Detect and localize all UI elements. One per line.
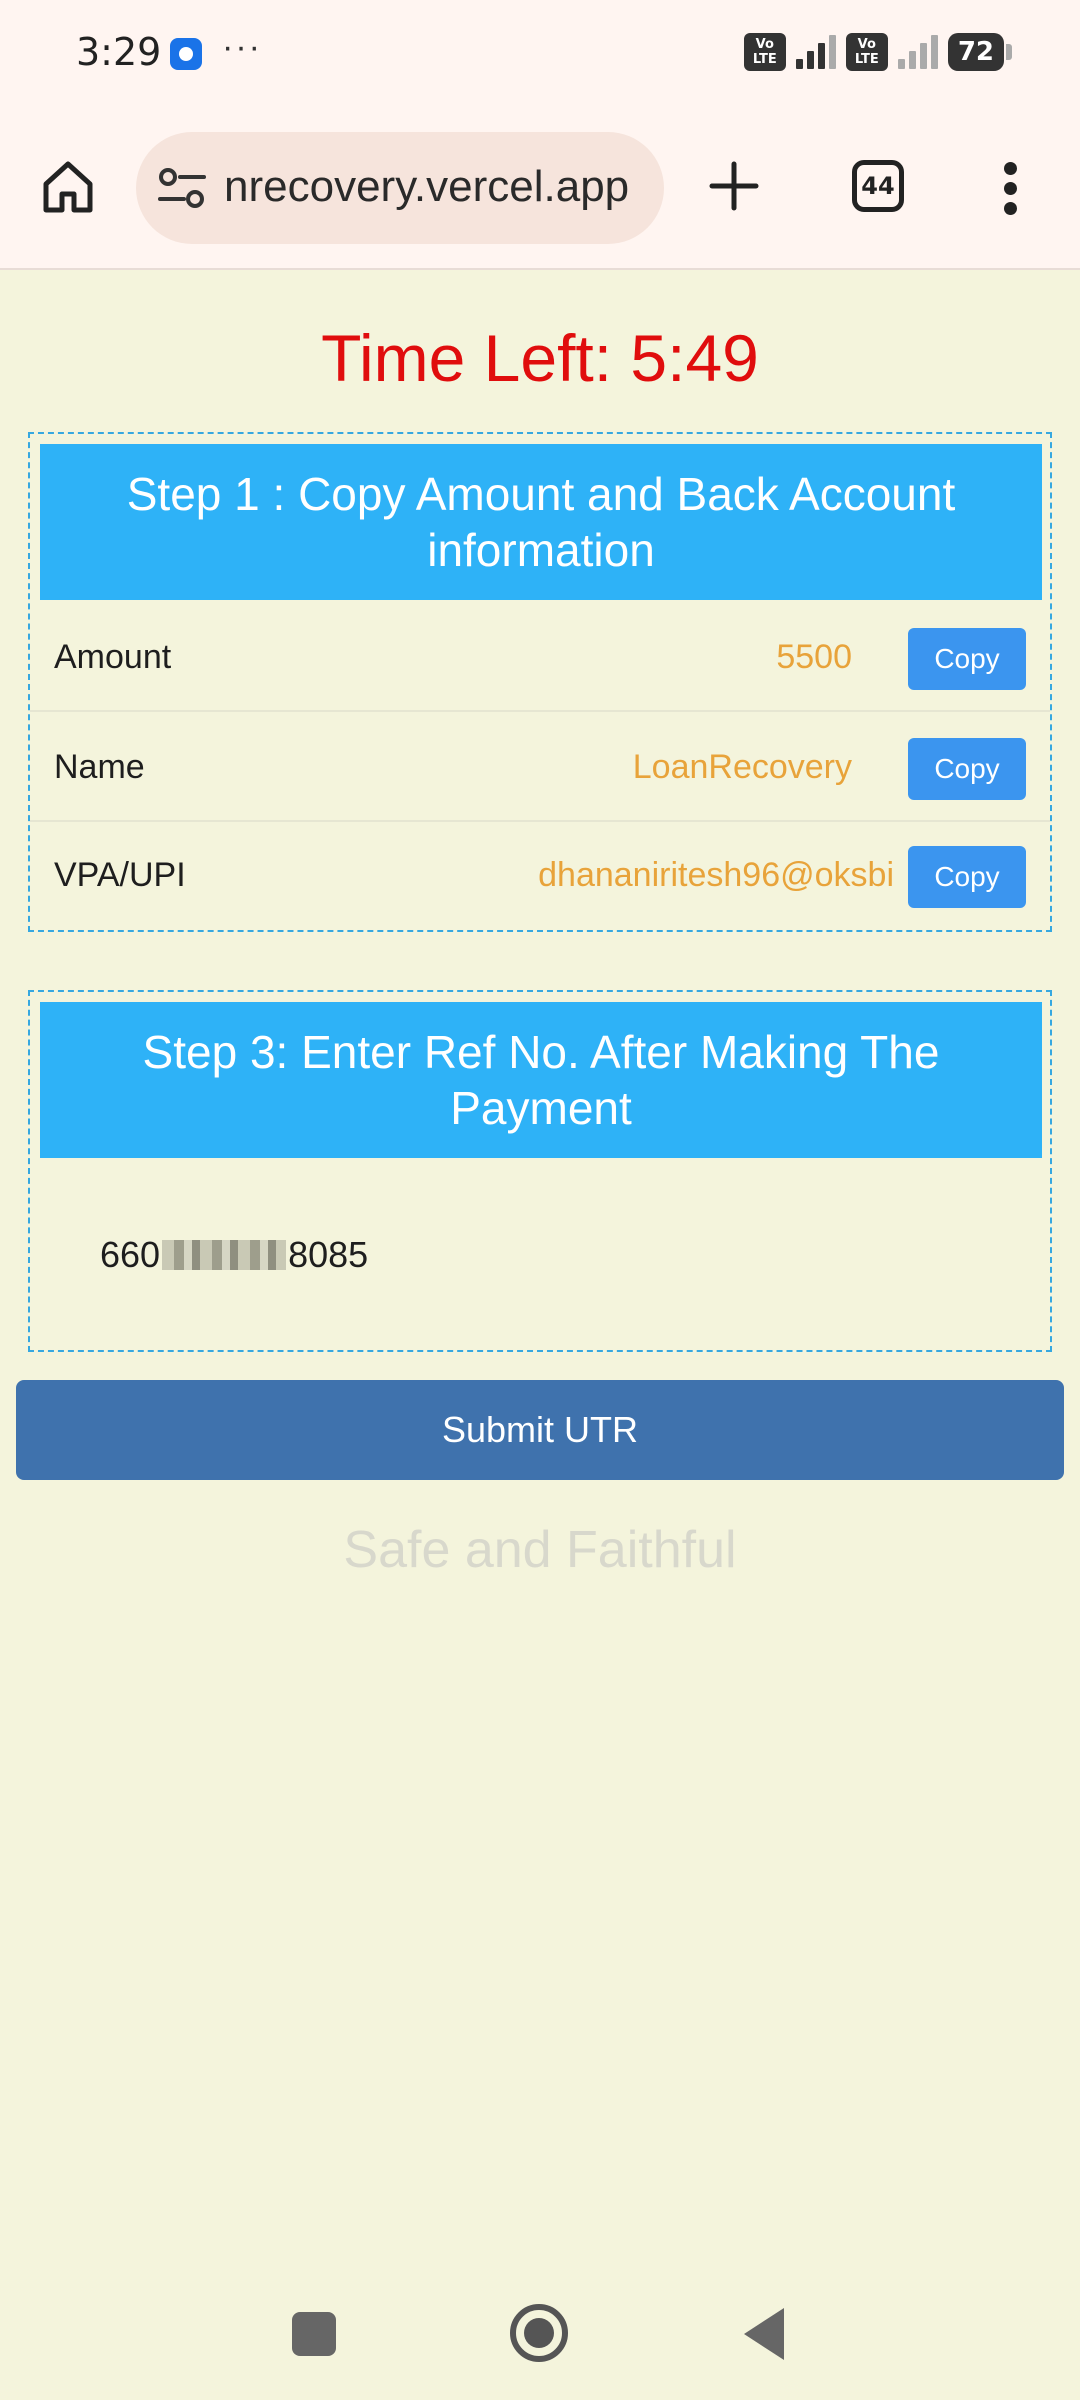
amount-value: 5500 [776, 638, 852, 676]
volte-icon: Vo LTE [743, 33, 786, 71]
ref-prefix: 660 [100, 1234, 161, 1275]
name-value: LoanRecovery [632, 748, 852, 786]
status-indicators: Vo LTE Vo LTE 72 [743, 32, 1013, 72]
signal-5g-icon [897, 35, 938, 69]
signal-icon [795, 35, 836, 69]
step1-panel: Step 1 : Copy Amount and Back Account in… [28, 432, 1052, 932]
new-tab-icon[interactable] [706, 158, 762, 214]
site-settings-icon[interactable] [158, 166, 206, 210]
amount-label: Amount [54, 638, 172, 676]
status-time: 3:29 [76, 30, 162, 74]
copy-amount-button[interactable]: Copy [908, 628, 1026, 690]
recents-button[interactable] [292, 2312, 336, 2356]
step3-panel: Step 3: Enter Ref No. After Making The P… [28, 990, 1052, 1352]
more-menu-icon[interactable] [996, 162, 1026, 216]
vpa-label: VPA/UPI [54, 856, 186, 894]
submit-utr-button[interactable]: Submit UTR [16, 1380, 1064, 1480]
ref-number-input[interactable]: 660 8085 [100, 1234, 368, 1276]
amount-row: Amount 5500 Copy [30, 604, 1050, 712]
ref-suffix: 8085 [288, 1234, 369, 1275]
copy-name-button[interactable]: Copy [908, 738, 1026, 800]
copy-vpa-button[interactable]: Copy [908, 846, 1026, 908]
status-bar: 3:29 ··· Vo LTE Vo LTE 72 [0, 0, 1080, 104]
step3-header: Step 3: Enter Ref No. After Making The P… [40, 1002, 1042, 1158]
more-notifications-icon: ··· [222, 28, 262, 66]
volte-icon-2: Vo LTE [845, 33, 888, 71]
footer-tagline: Safe and Faithful [343, 1521, 737, 1579]
notification-app-icon [170, 38, 202, 70]
name-row: Name LoanRecovery Copy [30, 714, 1050, 822]
browser-toolbar: nrecovery.vercel.app 44 [0, 104, 1080, 270]
name-label: Name [54, 748, 145, 786]
vpa-value: dhananiritesh96@oksbi [538, 856, 894, 894]
url-text[interactable]: nrecovery.vercel.app [224, 162, 629, 212]
nav-home-button[interactable] [510, 2304, 568, 2362]
vpa-row: VPA/UPI dhananiritesh96@oksbi Copy [30, 822, 1050, 930]
step1-header: Step 1 : Copy Amount and Back Account in… [40, 444, 1042, 600]
tab-switcher-button[interactable]: 44 [852, 160, 904, 212]
countdown-timer: Time Left: 5:49 [321, 321, 759, 395]
back-button[interactable] [744, 2308, 784, 2360]
address-bar[interactable]: nrecovery.vercel.app [136, 132, 664, 244]
home-icon[interactable] [38, 156, 98, 216]
redacted-block [162, 1240, 287, 1270]
battery-icon: 72 [947, 33, 1013, 71]
